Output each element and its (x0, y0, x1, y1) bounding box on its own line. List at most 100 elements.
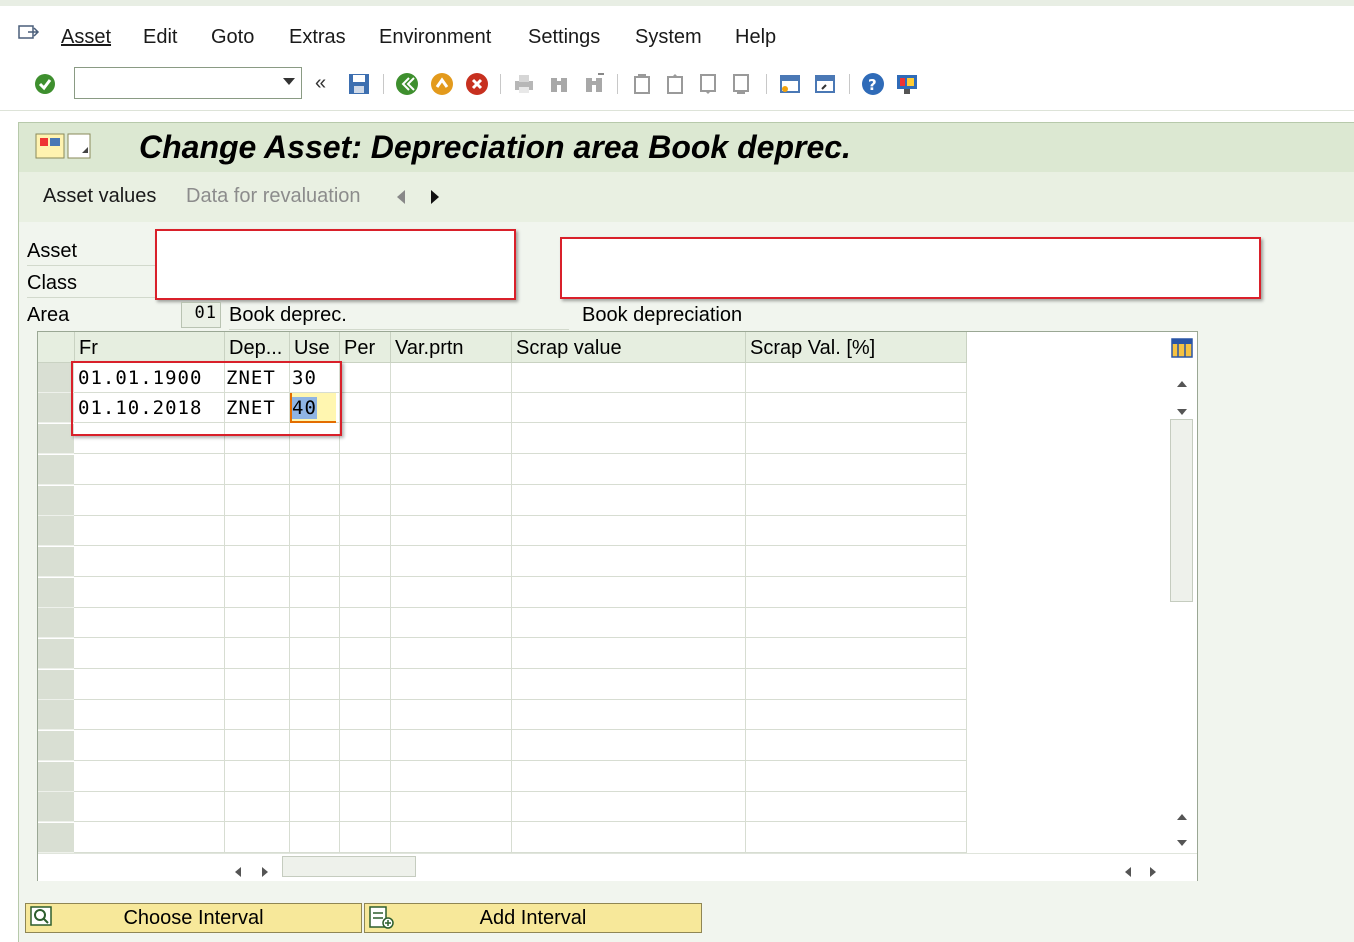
vertical-scrollbar[interactable] (1169, 363, 1195, 857)
save-icon[interactable] (347, 72, 371, 96)
print-icon[interactable] (512, 72, 536, 96)
table-row (74, 792, 967, 822)
depreciation-intervals-table: Fr Dep... Use Per Var.prtn Scrap value S… (37, 331, 1198, 881)
row-selector[interactable] (38, 455, 74, 485)
toolbar-separator (849, 74, 850, 94)
customize-layout-icon[interactable] (895, 72, 919, 96)
column-header-per[interactable]: Per (340, 332, 391, 363)
table-row (74, 762, 967, 792)
column-header-fr[interactable]: Fr (75, 332, 225, 363)
row-selector[interactable] (38, 547, 74, 577)
row-selector[interactable] (38, 792, 74, 822)
add-interval-label: Add Interval (479, 907, 587, 929)
row-selector[interactable] (38, 363, 74, 393)
last-page-icon[interactable] (729, 72, 753, 96)
row-selector[interactable] (38, 639, 74, 669)
previous-page-icon[interactable] (663, 72, 687, 96)
create-session-icon[interactable] (778, 72, 802, 96)
row-selector[interactable] (38, 578, 74, 608)
table-row (74, 578, 967, 608)
menu-goto[interactable]: Goto (211, 26, 254, 49)
toolbar-separator (383, 74, 384, 94)
scroll-thumb[interactable] (1170, 419, 1193, 602)
horizontal-scrollbar[interactable] (38, 853, 1197, 881)
find-next-icon[interactable] (582, 72, 606, 96)
shortcut-icon[interactable] (813, 72, 837, 96)
select-all-header[interactable] (38, 332, 75, 363)
table-settings-icon[interactable] (1171, 338, 1193, 364)
table-row (74, 608, 967, 638)
menu-edit[interactable]: Edit (143, 26, 177, 49)
row-selector[interactable] (38, 393, 74, 423)
first-page-icon[interactable] (630, 72, 654, 96)
enter-icon[interactable] (33, 72, 57, 96)
row-selector[interactable] (38, 516, 74, 546)
class-label: Class (27, 272, 78, 294)
scroll-right-icon[interactable] (261, 862, 269, 884)
column-header-scrap-value[interactable]: Scrap value (512, 332, 746, 363)
choose-interval-button[interactable]: Choose Interval (25, 903, 362, 933)
column-header-var-prtn[interactable]: Var.prtn (391, 332, 512, 363)
menu-extras[interactable]: Extras (289, 26, 346, 49)
row-selector[interactable] (38, 823, 74, 853)
scroll-page-up-icon[interactable] (1176, 805, 1188, 827)
column-divider (390, 363, 391, 853)
column-header-dep[interactable]: Dep... (225, 332, 290, 363)
choose-interval-label: Choose Interval (123, 907, 264, 929)
scroll-page-down-icon[interactable] (1176, 831, 1188, 853)
column-header-use[interactable]: Use (290, 332, 340, 363)
table-row (74, 455, 967, 485)
area-label: Area (27, 304, 70, 326)
help-icon[interactable]: ? (861, 72, 885, 96)
asset-label: Asset (27, 240, 78, 262)
area-code-field: 01 (181, 302, 221, 328)
cancel-icon[interactable] (465, 72, 489, 96)
dynpro-icon[interactable] (35, 133, 93, 161)
command-field[interactable] (74, 67, 302, 99)
row-selector[interactable] (38, 486, 74, 516)
add-interval-icon (369, 906, 395, 938)
back-chevron-icon[interactable]: « (315, 72, 339, 96)
column-divider (289, 363, 290, 853)
back-icon[interactable] (395, 72, 419, 96)
label-underline (27, 265, 157, 266)
table-row (74, 670, 967, 700)
column-header-scrap-val-pct[interactable]: Scrap Val. [%] (746, 332, 967, 363)
column-divider (224, 363, 225, 853)
menu-environment[interactable]: Environment (379, 26, 491, 49)
data-for-revaluation-button[interactable]: Data for revaluation (186, 185, 361, 208)
choose-interval-icon (30, 906, 54, 936)
horizontal-scroll-thumb[interactable] (282, 856, 416, 877)
asset-class-field-redacted[interactable] (155, 229, 516, 300)
asset-values-button[interactable]: Asset values (43, 185, 156, 208)
scroll-right-icon[interactable] (1149, 862, 1157, 884)
row-selector[interactable] (38, 700, 74, 730)
menu-system[interactable]: System (635, 26, 702, 49)
asset-description-field-redacted[interactable] (560, 237, 1261, 299)
toolbar-separator (500, 74, 501, 94)
table-row (74, 547, 967, 577)
menu-settings[interactable]: Settings (528, 26, 600, 49)
next-area-icon[interactable] (429, 189, 441, 211)
menu-toggle-icon[interactable] (18, 24, 40, 42)
add-interval-button[interactable]: Add Interval (364, 903, 702, 933)
area-long-text: Book depreciation (582, 304, 743, 326)
previous-area-icon[interactable] (395, 189, 407, 211)
scroll-up-icon[interactable] (1176, 372, 1188, 394)
scroll-left-icon[interactable] (1124, 862, 1132, 884)
next-page-icon[interactable] (696, 72, 720, 96)
chevron-down-icon[interactable] (283, 78, 295, 85)
menu-help[interactable]: Help (735, 26, 776, 49)
row-selector[interactable] (38, 731, 74, 761)
find-icon[interactable] (547, 72, 571, 96)
table-row (74, 516, 967, 546)
title-bar: Change Asset: Depreciation area Book dep… (18, 122, 1354, 173)
row-selector[interactable] (38, 670, 74, 700)
exit-icon[interactable] (430, 72, 454, 96)
row-selector[interactable] (38, 608, 74, 638)
toolbar-separator (617, 74, 618, 94)
scroll-left-icon[interactable] (234, 862, 242, 884)
row-selector[interactable] (38, 424, 74, 454)
row-selector[interactable] (38, 762, 74, 792)
menu-asset[interactable]: Asset (61, 26, 111, 49)
